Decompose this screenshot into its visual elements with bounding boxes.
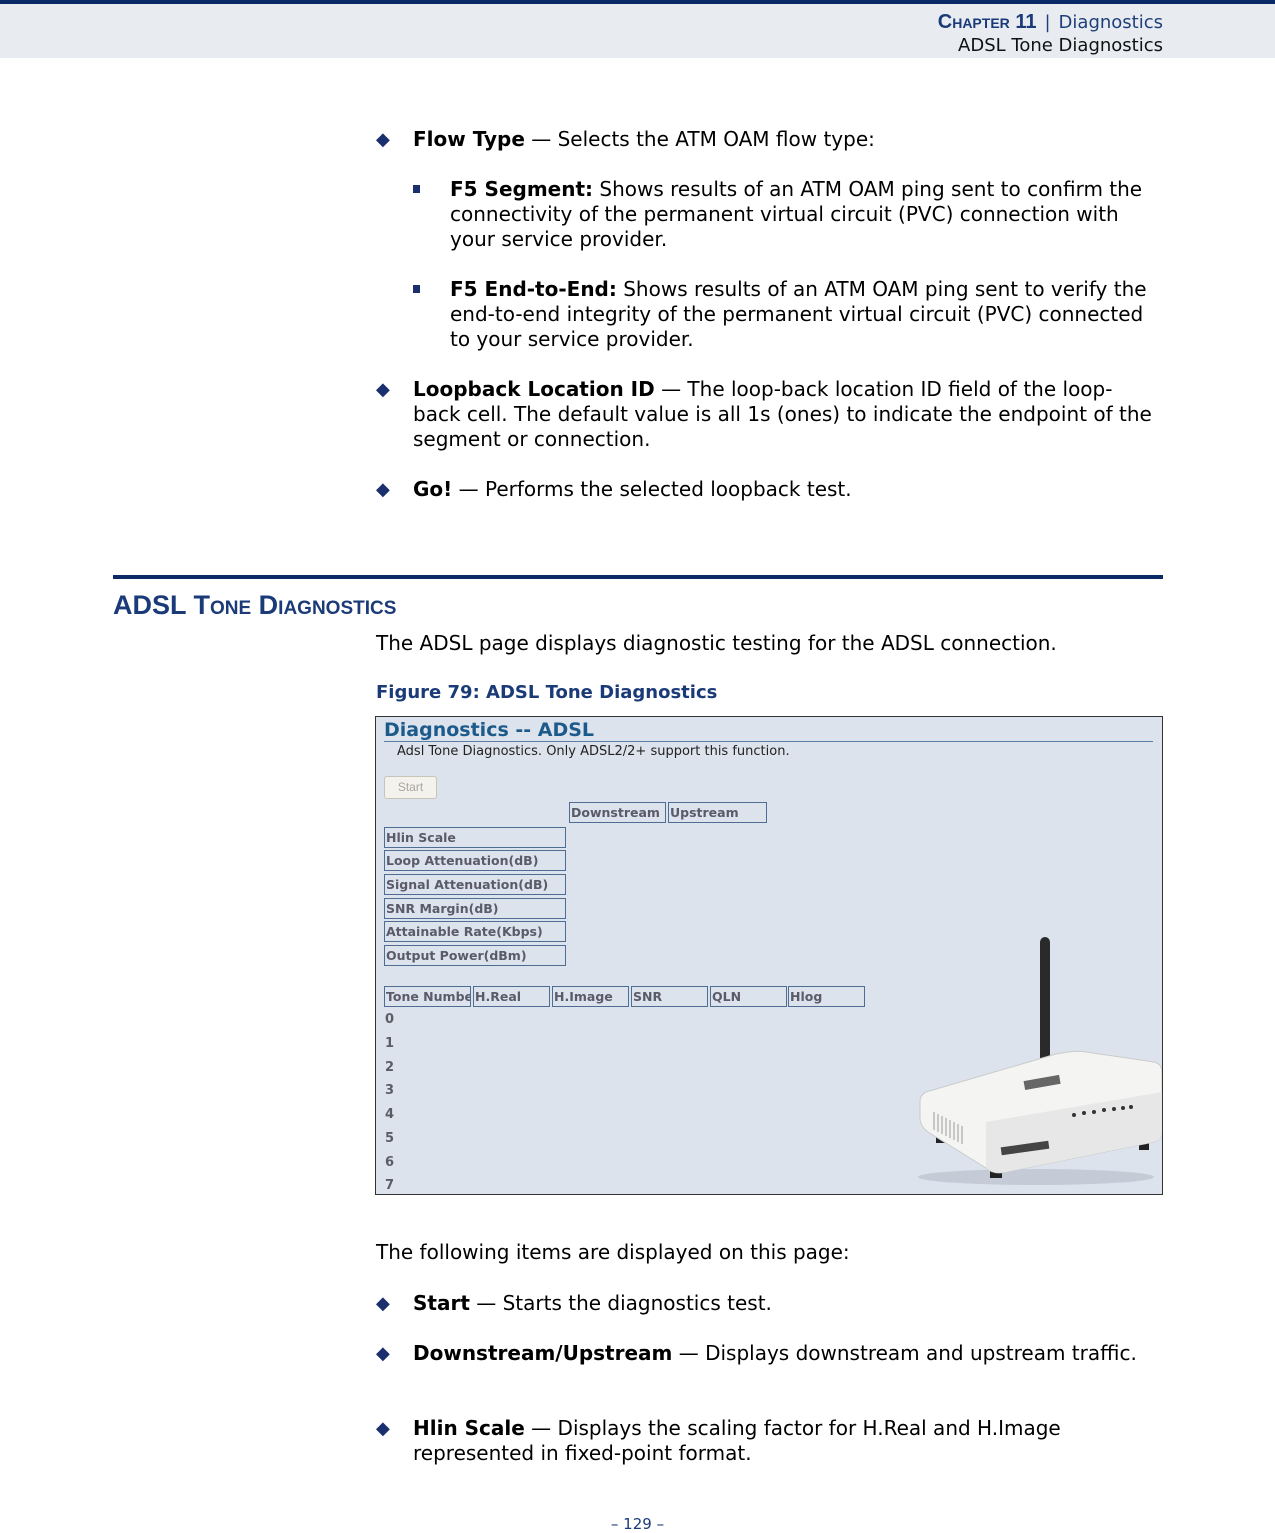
bullet-term: Go! [413, 477, 453, 501]
figure-description: Adsl Tone Diagnostics. Only ADSL2/2+ sup… [397, 744, 790, 759]
diamond-bullet-icon: ◆ [376, 129, 390, 150]
square-bullet-icon [413, 185, 420, 193]
bullet-term: Flow Type [413, 127, 525, 151]
header-chapter-line: Chapter 11 | Diagnostics [938, 11, 1163, 34]
items-intro: The following items are displayed on thi… [376, 1240, 850, 1264]
bullet-desc: — Selects the ATM OAM flow type: [524, 127, 875, 151]
page-header: Chapter 11 | Diagnostics ADSL Tone Diagnos… [0, 0, 1275, 58]
column-header-downstream: Downstream [569, 802, 666, 823]
section-title: ADSL Tone Diagnostics [113, 590, 397, 620]
sub-bullet-term: F5 End-to-End: [450, 277, 617, 301]
title-underline [384, 741, 1153, 742]
figure-page-title: Diagnostics -- ADSL [384, 719, 595, 741]
row-label-signal-attenuation: Signal Attenuation(dB) [384, 874, 566, 895]
tone-header-h-real: H.Real [473, 986, 550, 1007]
tone-number: 2 [385, 1060, 395, 1075]
tone-number: 3 [385, 1083, 395, 1098]
router-shadow [918, 1169, 1154, 1185]
tone-header-h-image: H.Image [552, 986, 629, 1007]
row-label-attainable-rate: Attainable Rate(Kbps) [384, 921, 566, 942]
diamond-bullet-icon: ◆ [376, 1343, 390, 1364]
row-label-hlin-scale: Hlin Scale [384, 827, 566, 848]
bullet-term: Downstream/Upstream [413, 1341, 673, 1365]
router-antenna [1040, 937, 1050, 1067]
diamond-bullet-icon: ◆ [376, 479, 390, 500]
bullet-term: Loopback Location ID [413, 377, 655, 401]
adsl-diagnostics-screenshot: Diagnostics -- ADSL Adsl Tone Diagnostic… [375, 716, 1163, 1195]
section-intro: The ADSL page displays diagnostic testin… [376, 631, 1057, 655]
bullet-term: Hlin Scale [413, 1416, 525, 1440]
tone-header-hlog: Hlog [788, 986, 865, 1007]
chapter-label: Chapter 11 [937, 11, 1037, 33]
bullet-term: Start [413, 1291, 470, 1315]
diamond-bullet-icon: ◆ [376, 1418, 390, 1439]
square-bullet-icon [413, 285, 420, 293]
tone-header-tone-number: Tone Number [384, 986, 471, 1007]
tone-number: 7 [385, 1178, 395, 1193]
start-button[interactable]: Start [384, 776, 437, 799]
chapter-title: Diagnostics [1058, 12, 1163, 33]
row-label-output-power: Output Power(dBm) [384, 945, 566, 966]
page-number: – 129 – [610, 1515, 665, 1533]
section-divider [113, 575, 1163, 579]
tone-number: 1 [385, 1036, 395, 1051]
tone-number: 6 [385, 1155, 395, 1170]
tone-header-snr: SNR [631, 986, 708, 1007]
header-section: ADSL Tone Diagnostics [958, 35, 1163, 56]
tone-number: 4 [385, 1107, 395, 1122]
bullet-desc: — Starts the diagnostics test. [469, 1291, 772, 1315]
row-label-loop-attenuation: Loop Attenuation(dB) [384, 850, 566, 871]
figure-caption: Figure 79: ADSL Tone Diagnostics [376, 682, 718, 703]
bullet-desc: — Displays downstream and upstream traff… [672, 1341, 1137, 1365]
diamond-bullet-icon: ◆ [376, 1293, 390, 1314]
header-separator: | [1044, 12, 1051, 33]
bullet-desc: — Performs the selected loopback test. [452, 477, 852, 501]
column-header-upstream: Upstream [668, 802, 767, 823]
tone-number: 5 [385, 1131, 395, 1146]
row-label-snr-margin: SNR Margin(dB) [384, 898, 566, 919]
diamond-bullet-icon: ◆ [376, 379, 390, 400]
router-image [918, 937, 1162, 1185]
tone-header-qln: QLN [710, 986, 787, 1007]
sub-bullet-term: F5 Segment: [450, 177, 594, 201]
tone-number: 0 [385, 1012, 395, 1027]
